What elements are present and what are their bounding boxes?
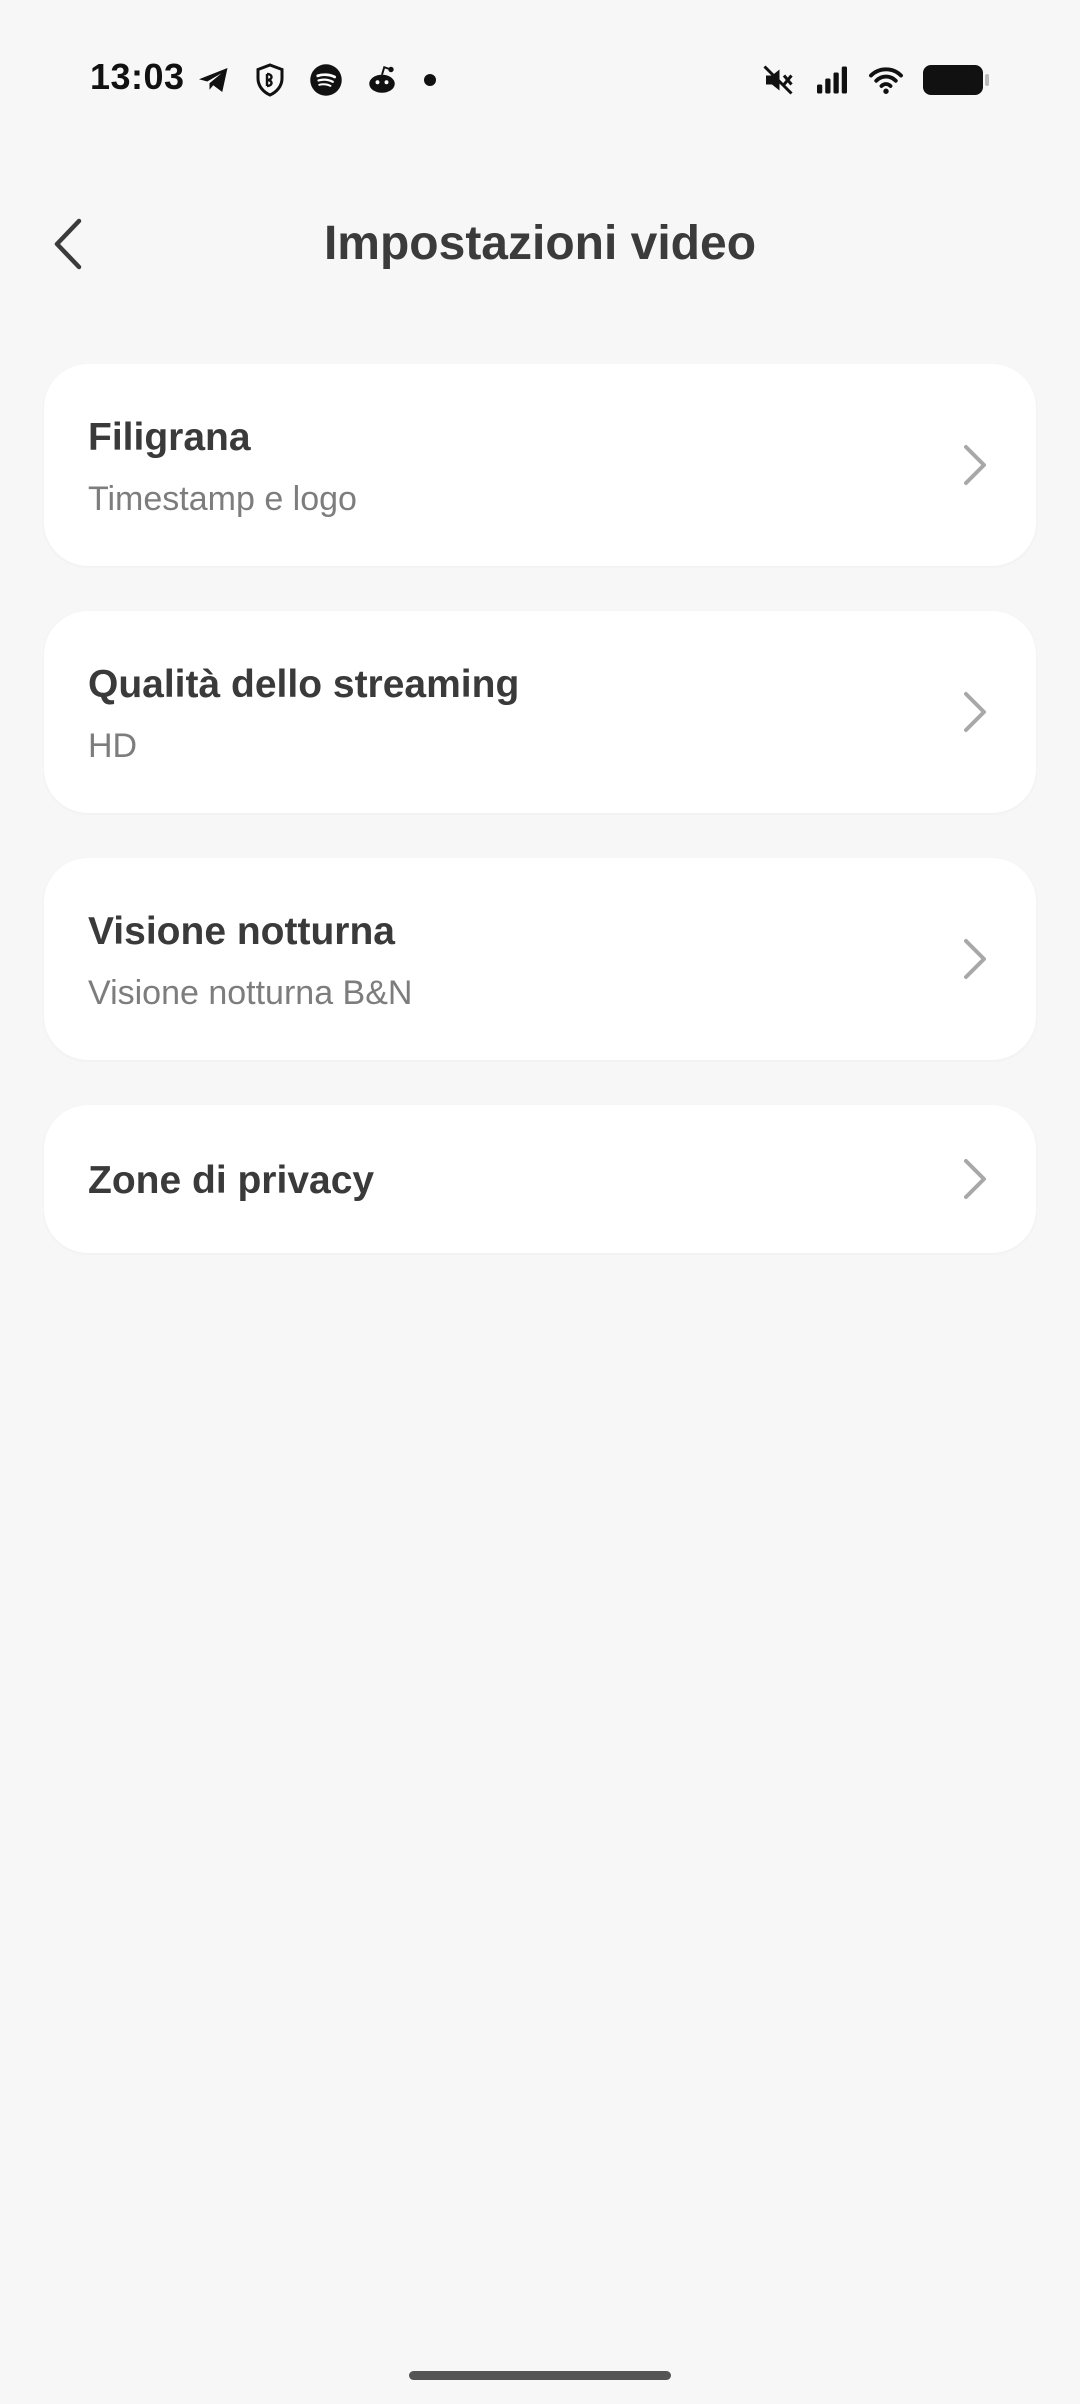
notification-dot-icon — [424, 74, 436, 86]
page-header: Impostazioni video — [0, 200, 1080, 290]
setting-subtitle: HD — [88, 727, 138, 765]
setting-item-night-vision[interactable]: Visione notturna Visione notturna B&N — [44, 858, 1036, 1060]
setting-title: Visione notturna — [88, 910, 395, 953]
signal-icon — [817, 66, 847, 94]
page-title: Impostazioni video — [323, 217, 757, 270]
battery-icon — [923, 65, 989, 95]
setting-subtitle: Visione notturna B&N — [88, 974, 413, 1012]
setting-item-streaming-quality[interactable]: Qualità dello streaming HD — [44, 611, 1036, 813]
reddit-icon — [369, 66, 395, 93]
wifi-icon — [869, 67, 903, 94]
shield-app-icon — [256, 63, 284, 97]
chevron-right-icon — [964, 445, 986, 485]
status-bar: 13:03 — [0, 0, 1080, 160]
setting-item-privacy-zones[interactable]: Zone di privacy — [44, 1105, 1036, 1253]
status-notification-icons — [196, 60, 436, 100]
chevron-right-icon — [964, 1159, 986, 1199]
status-time: 13:03 — [90, 56, 185, 97]
chevron-right-icon — [964, 939, 986, 979]
status-system-icons — [760, 60, 990, 100]
home-indicator[interactable] — [409, 2371, 671, 2380]
setting-title: Zone di privacy — [88, 1159, 375, 1202]
setting-title: Qualità dello streaming — [88, 663, 520, 706]
setting-subtitle: Timestamp e logo — [88, 480, 357, 518]
chevron-right-icon — [964, 692, 986, 732]
mute-icon — [763, 65, 793, 95]
telegram-icon — [199, 68, 228, 92]
setting-title: Filigrana — [88, 416, 251, 459]
spotify-icon — [310, 64, 342, 96]
setting-item-watermark[interactable]: Filigrana Timestamp e logo — [44, 364, 1036, 566]
